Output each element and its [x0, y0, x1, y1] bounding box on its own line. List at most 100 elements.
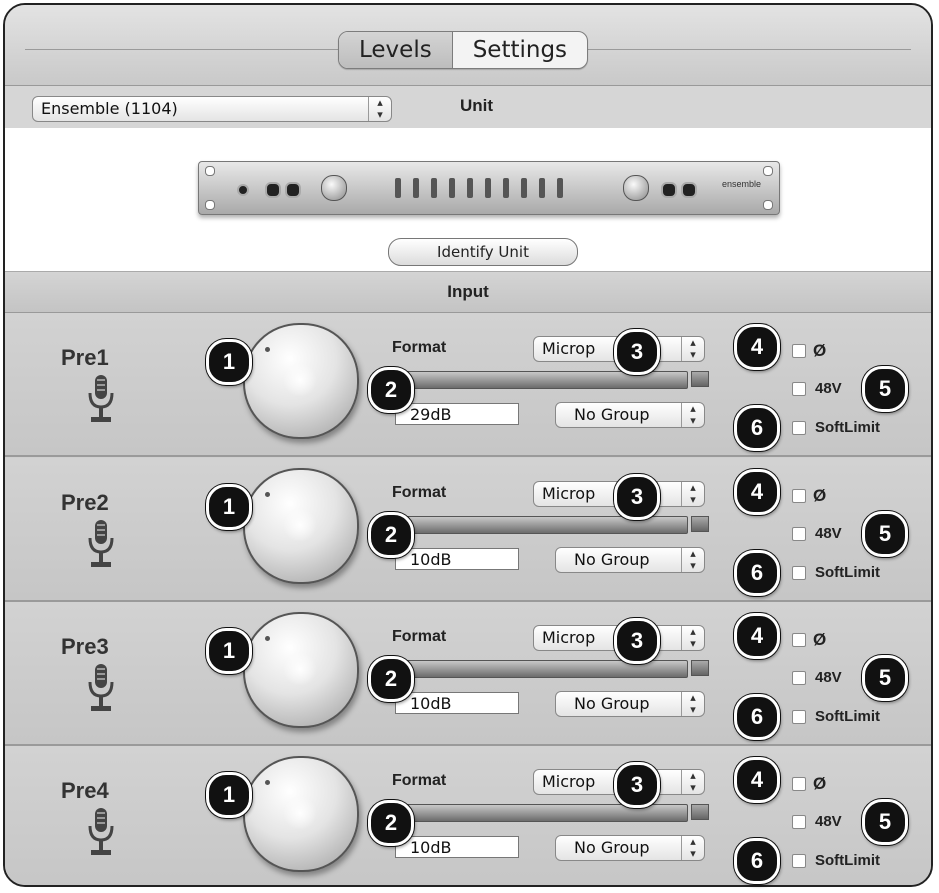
channel-strip-pre3: Pre3 Format Microp ▴ ▾ 10dB No Group ▴ ▾ Ø…: [5, 602, 931, 746]
up-down-arrows-icon: ▴ ▾: [681, 403, 704, 427]
app-window: Levels Settings Ensemble (1104) ▴▾ Unit: [3, 3, 933, 887]
unit-select-value: Ensemble (1104): [41, 99, 178, 118]
unit-select[interactable]: Ensemble (1104) ▴ ▾: [32, 96, 392, 122]
softlimit-checkbox[interactable]: [792, 421, 806, 435]
up-down-arrows-icon: ▴ ▾: [681, 692, 704, 716]
callout-2: 2: [368, 800, 414, 846]
channel-name: Pre3: [61, 634, 109, 659]
callout-6: 6: [734, 550, 780, 596]
callout-3: 3: [614, 329, 660, 375]
group-select[interactable]: No Group ▴ ▾: [555, 402, 705, 428]
callout-5: 5: [862, 366, 908, 412]
group-select-value: No Group: [574, 405, 650, 424]
callout-5: 5: [862, 655, 908, 701]
group-select-value: No Group: [574, 838, 650, 857]
callout-4: 4: [734, 469, 780, 515]
group-select-value: No Group: [574, 550, 650, 569]
group-select[interactable]: No Group ▴ ▾: [555, 835, 705, 861]
gain-value-field[interactable]: 10dB: [395, 692, 519, 714]
phantom-power-checkbox[interactable]: [792, 815, 806, 829]
format-select-value: Microp: [542, 772, 596, 791]
format-label: Format: [392, 772, 447, 789]
clip-indicator: [691, 660, 709, 676]
channel-name: Pre1: [61, 345, 109, 370]
tab-control: Levels Settings: [338, 31, 589, 69]
up-down-arrows-icon: ▴ ▾: [368, 97, 391, 121]
softlimit-label: SoftLimit: [815, 419, 880, 436]
toolbar: Levels Settings: [5, 5, 931, 86]
phase-invert-checkbox[interactable]: [792, 489, 806, 503]
up-down-arrows-icon: ▴ ▾: [681, 626, 704, 650]
callout-4: 4: [734, 324, 780, 370]
microphone-icon: [88, 375, 114, 422]
microphone-icon: [88, 520, 114, 567]
format-select-value: Microp: [542, 628, 596, 647]
tab-levels[interactable]: Levels: [339, 32, 453, 68]
phase-invert-label: Ø: [813, 486, 827, 505]
input-section-header: Input: [5, 272, 931, 313]
softlimit-label: SoftLimit: [815, 564, 880, 581]
phantom-power-label: 48V: [815, 525, 842, 542]
phantom-power-label: 48V: [815, 813, 842, 830]
group-select[interactable]: No Group ▴ ▾: [555, 691, 705, 717]
gain-value-field[interactable]: 10dB: [395, 836, 519, 858]
callout-1: 1: [206, 339, 252, 385]
group-select[interactable]: No Group ▴ ▾: [555, 547, 705, 573]
callout-6: 6: [734, 694, 780, 740]
callout-2: 2: [368, 656, 414, 702]
format-label: Format: [392, 484, 447, 501]
microphone-icon: [88, 664, 114, 711]
clip-indicator: [691, 804, 709, 820]
phase-invert-label: Ø: [813, 774, 827, 793]
gain-knob[interactable]: [243, 468, 359, 584]
callout-5: 5: [862, 799, 908, 845]
identify-unit-button[interactable]: Identify Unit: [388, 238, 578, 266]
phantom-power-checkbox[interactable]: [792, 671, 806, 685]
softlimit-label: SoftLimit: [815, 708, 880, 725]
phase-invert-checkbox[interactable]: [792, 633, 806, 647]
unit-display: ensemble Identify Unit: [5, 128, 931, 272]
clip-indicator: [691, 516, 709, 532]
channel-strip-pre1: Pre1 Format Microp ▴ ▾ 29dB No Group ▴ ▾ Ø…: [5, 313, 931, 457]
phantom-power-label: 48V: [815, 380, 842, 397]
phase-invert-checkbox[interactable]: [792, 777, 806, 791]
callout-6: 6: [734, 405, 780, 451]
channel-name: Pre2: [61, 490, 109, 515]
phantom-power-checkbox[interactable]: [792, 527, 806, 541]
up-down-arrows-icon: ▴ ▾: [681, 482, 704, 506]
softlimit-checkbox[interactable]: [792, 854, 806, 868]
callout-2: 2: [368, 512, 414, 558]
gain-value-field[interactable]: 29dB: [395, 403, 519, 425]
callout-5: 5: [862, 511, 908, 557]
callout-1: 1: [206, 772, 252, 818]
phase-invert-checkbox[interactable]: [792, 344, 806, 358]
format-select-value: Microp: [542, 339, 596, 358]
channel-strip-pre4: Pre4 Format Microp ▴ ▾ 10dB No Group ▴ ▾ Ø…: [5, 746, 931, 885]
callout-4: 4: [734, 613, 780, 659]
gain-knob[interactable]: [243, 756, 359, 872]
phantom-power-checkbox[interactable]: [792, 382, 806, 396]
callout-1: 1: [206, 484, 252, 530]
gain-value-field[interactable]: 10dB: [395, 548, 519, 570]
gain-knob[interactable]: [243, 323, 359, 439]
callout-3: 3: [614, 474, 660, 520]
device-logo: ensemble: [721, 179, 761, 189]
up-down-arrows-icon: ▴ ▾: [681, 836, 704, 860]
format-label: Format: [392, 628, 447, 645]
clip-indicator: [691, 371, 709, 387]
phase-invert-label: Ø: [813, 341, 827, 360]
softlimit-checkbox[interactable]: [792, 566, 806, 580]
microphone-icon: [88, 808, 114, 855]
softlimit-checkbox[interactable]: [792, 710, 806, 724]
device-front-panel-image: ensemble: [198, 161, 780, 215]
callout-3: 3: [614, 618, 660, 664]
phantom-power-label: 48V: [815, 669, 842, 686]
up-down-arrows-icon: ▴ ▾: [681, 548, 704, 572]
up-down-arrows-icon: ▴ ▾: [681, 770, 704, 794]
channel-name: Pre4: [61, 778, 109, 803]
tab-settings[interactable]: Settings: [453, 32, 587, 68]
gain-knob[interactable]: [243, 612, 359, 728]
callout-4: 4: [734, 757, 780, 803]
channel-strip-pre2: Pre2 Format Microp ▴ ▾ 10dB No Group ▴ ▾ Ø…: [5, 458, 931, 602]
phase-invert-label: Ø: [813, 630, 827, 649]
